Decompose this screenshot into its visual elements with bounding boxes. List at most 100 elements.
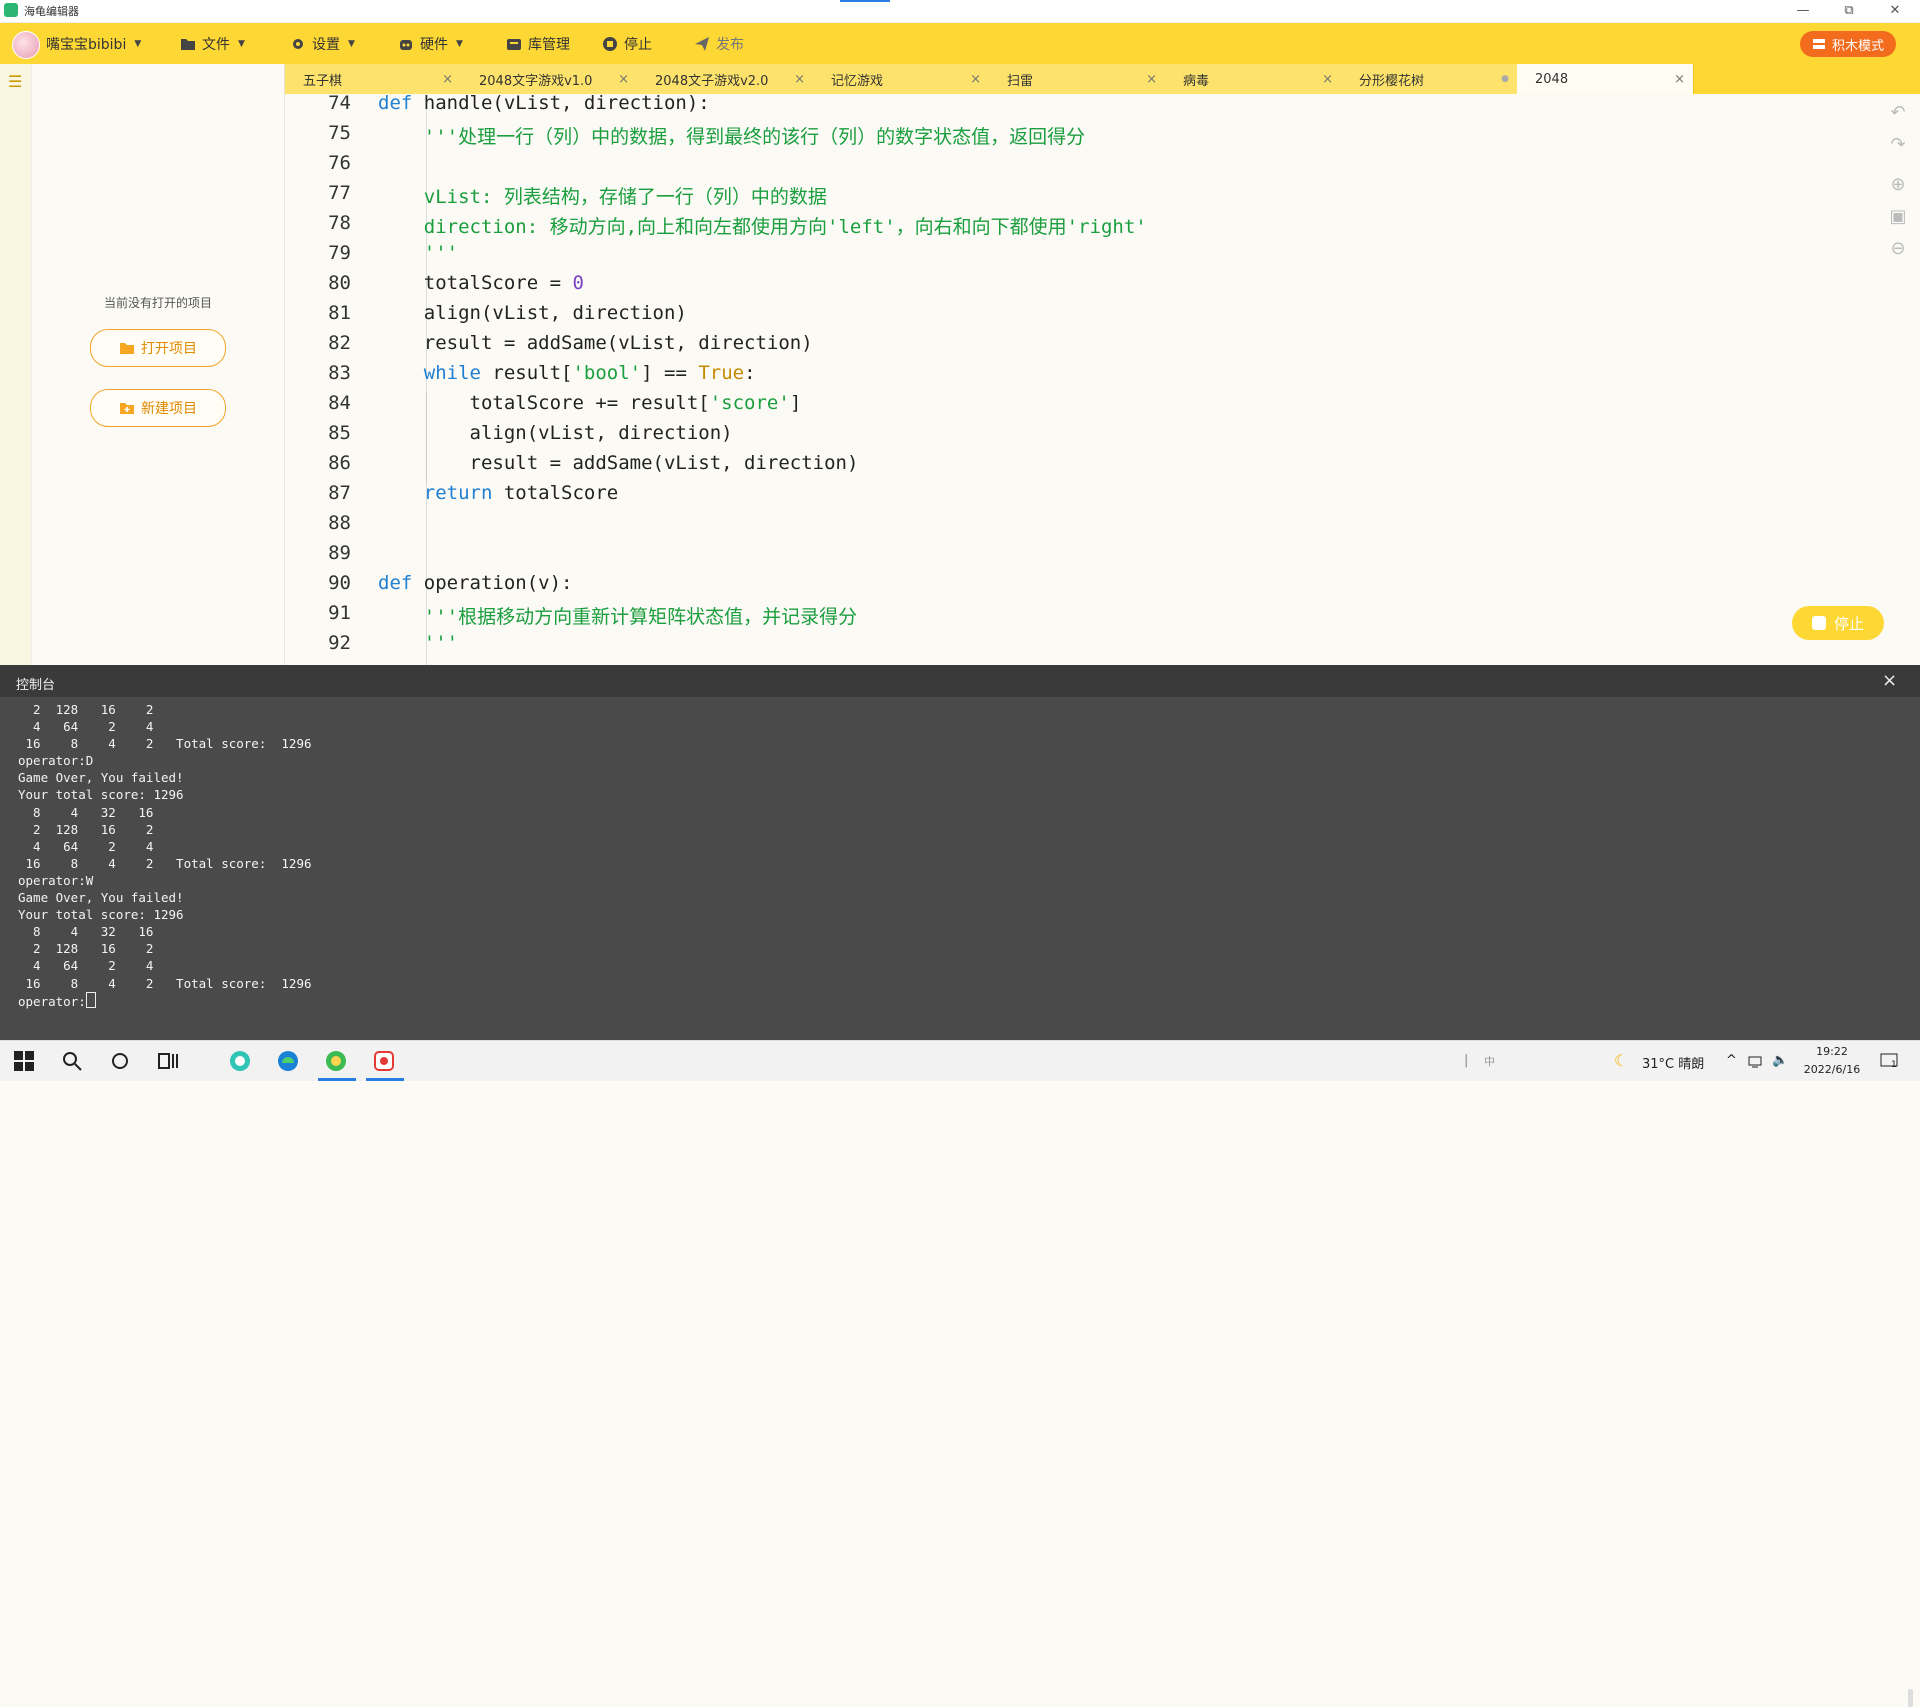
line-number: 82	[328, 332, 351, 354]
tab-label: 2048	[1535, 71, 1569, 87]
no-project-text: 当前没有打开的项目	[103, 296, 212, 310]
tab-minesweeper[interactable]: 扫雷 ×	[989, 64, 1166, 94]
windows-start-icon[interactable]	[12, 1049, 36, 1073]
cortana-icon[interactable]	[108, 1049, 132, 1073]
stop-run-label: 停止	[1833, 614, 1864, 633]
settings-menu-label: 设置	[312, 37, 340, 53]
restore-button[interactable]: ⧉	[1826, 0, 1872, 22]
tab-2048[interactable]: 2048 ×	[1517, 64, 1694, 94]
tab-close-icon[interactable]: ×	[618, 72, 629, 87]
tab-close-icon[interactable]: ×	[1146, 72, 1157, 87]
network-icon[interactable]	[1748, 1055, 1764, 1069]
clock-date[interactable]: 2022/6/16	[1800, 1063, 1864, 1076]
tab-label: 分形樱花树	[1359, 73, 1425, 89]
menu-bar: 嘴宝宝bibibi ▼ 文件 ▼ 设置 ▼ 硬件 ▼ 库管理 停止 发布 积木模…	[0, 23, 1920, 64]
settings-menu[interactable]: 设置 ▼	[290, 33, 355, 55]
code-line: result = addSame(vList, direction)	[378, 452, 859, 474]
code-line: '''	[423, 632, 459, 654]
code-line: vList: 列表结构，存储了一行（列）中的数据	[423, 186, 827, 208]
clock-time[interactable]: 19:22	[1800, 1045, 1864, 1058]
tab-fractal-tree[interactable]: 分形樱花树 ●	[1341, 64, 1518, 94]
console-panel[interactable]: 2 128 16 2 4 64 2 4 16 8 4 2 Total score…	[0, 697, 1920, 1707]
tab-wuziqi[interactable]: 五子棋 ×	[285, 64, 462, 94]
console-input-cursor[interactable]	[85, 991, 96, 1008]
tab-virus[interactable]: 病毒 ×	[1165, 64, 1342, 94]
publish-label: 发布	[716, 37, 744, 53]
folder-open-icon	[120, 343, 134, 354]
console-log: 2 128 16 2 4 64 2 4 16 8 4 2 Total score…	[18, 702, 312, 991]
stop-menu-button[interactable]: 停止	[602, 33, 652, 55]
console-header: 控制台 ×	[0, 665, 1920, 697]
tab-2048-v2[interactable]: 2048文子游戏v2.0 ×	[637, 64, 814, 94]
line-number: 91	[328, 602, 351, 624]
chevron-down-icon: ▼	[348, 39, 355, 49]
unsaved-dot-icon[interactable]: ●	[1501, 74, 1509, 84]
code-line: '''	[423, 242, 459, 264]
redo-icon[interactable]: ↷	[1888, 134, 1908, 155]
publish-button[interactable]: 发布	[694, 33, 744, 55]
line-number: 89	[328, 542, 351, 564]
block-mode-label: 积木模式	[1831, 38, 1884, 54]
tab-close-icon[interactable]: ×	[442, 72, 453, 87]
tab-memory-game[interactable]: 记忆游戏 ×	[813, 64, 990, 94]
console-title: 控制台	[16, 678, 56, 693]
robot-icon	[400, 40, 412, 50]
search-icon[interactable]	[60, 1049, 84, 1073]
gear-icon	[293, 39, 303, 49]
new-project-label: 新建项目	[141, 401, 197, 417]
code-line: totalScore = 0	[378, 272, 584, 294]
menu-list-icon[interactable]: ☰	[8, 72, 22, 91]
user-avatar[interactable]	[12, 31, 40, 59]
line-number: 75	[328, 122, 351, 144]
block-mode-button[interactable]: 积木模式	[1800, 31, 1896, 57]
file-menu[interactable]: 文件 ▼	[180, 33, 245, 55]
line-number: 88	[328, 512, 351, 534]
line-number: 83	[328, 362, 351, 384]
code-line: return totalScore	[423, 482, 619, 504]
left-strip: ☰	[0, 64, 32, 665]
zoom-out-icon[interactable]: ⊖	[1888, 238, 1908, 259]
fit-icon[interactable]: ▣	[1888, 206, 1908, 227]
line-number: 92	[328, 632, 351, 654]
browser-360-icon[interactable]	[228, 1049, 252, 1073]
code-line: '''根据移动方向重新计算矩阵状态值，并记录得分	[423, 606, 858, 628]
task-view-icon[interactable]	[156, 1049, 180, 1073]
paint-app-icon[interactable]	[372, 1049, 396, 1073]
tab-close-icon[interactable]: ×	[1674, 72, 1685, 87]
notification-count: 1	[1891, 1060, 1897, 1070]
new-project-button[interactable]: 新建项目	[90, 389, 226, 427]
weather-text[interactable]: 31°C 晴朗	[1642, 1053, 1704, 1072]
user-menu[interactable]: 嘴宝宝bibibi ▼	[46, 33, 141, 55]
code-line: while result['bool'] == True:	[423, 362, 756, 384]
code-line: def operation(v):	[378, 572, 573, 594]
line-number: 76	[328, 152, 351, 174]
tab-close-icon[interactable]: ×	[1322, 72, 1333, 87]
open-project-button[interactable]: 打开项目	[90, 329, 226, 367]
chevron-up-icon[interactable]: ^	[1726, 1053, 1737, 1068]
folder-icon	[181, 39, 195, 50]
close-window-button[interactable]: ✕	[1872, 0, 1918, 22]
stop-run-button[interactable]: 停止	[1792, 606, 1884, 640]
new-folder-icon	[120, 403, 134, 414]
tab-2048-v1[interactable]: 2048文字游戏v1.0 ×	[461, 64, 638, 94]
volume-icon[interactable]: 🔈	[1772, 1053, 1788, 1068]
undo-icon[interactable]: ↶	[1888, 102, 1908, 123]
tab-close-icon[interactable]: ×	[794, 72, 805, 87]
edge-icon[interactable]	[276, 1049, 300, 1073]
console-scrollbar[interactable]	[1908, 1689, 1913, 1707]
minimize-button[interactable]: —	[1780, 0, 1826, 22]
code-line: '''处理一行（列）中的数据，得到最终的该行（列）的数字状态值，返回得分	[423, 126, 1086, 148]
zoom-in-icon[interactable]: ⊕	[1888, 174, 1908, 195]
tab-close-icon[interactable]: ×	[970, 72, 981, 87]
tab-bar: 五子棋 × 2048文字游戏v1.0 × 2048文子游戏v2.0 × 记忆游戏 × 扫…	[285, 64, 1920, 94]
library-button[interactable]: 库管理	[506, 33, 570, 55]
turtle-editor-icon[interactable]	[324, 1049, 348, 1073]
user-name: 嘴宝宝bibibi	[46, 37, 127, 53]
tab-label: 五子棋	[303, 73, 343, 89]
tab-label: 记忆游戏	[831, 73, 884, 89]
ime-indicator[interactable]: 中	[1484, 1053, 1495, 1069]
line-number: 74	[328, 92, 351, 114]
console-close-button[interactable]: ×	[1882, 670, 1897, 691]
hardware-menu[interactable]: 硬件 ▼	[398, 33, 463, 55]
code-line: result = addSame(vList, direction)	[378, 332, 813, 354]
